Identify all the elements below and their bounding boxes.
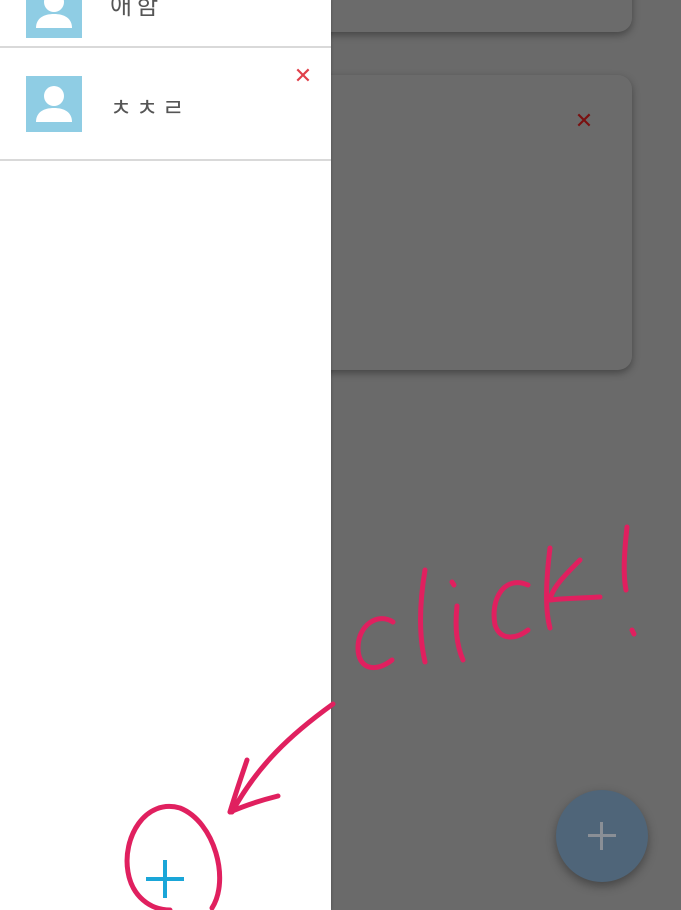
drawer: 애함 ㅊㅊㄹ ✕ [0,0,331,910]
person-icon [26,0,82,38]
card-close-icon[interactable]: ✕ [572,110,596,134]
drawer-item-label: ㅊㅊㄹ [110,94,189,122]
add-fab-button[interactable] [556,790,648,882]
background-card [300,0,632,32]
person-icon [26,76,82,132]
drawer-item-label: 애함 [110,0,163,20]
add-item-button[interactable] [146,860,184,898]
plus-icon [588,822,616,850]
drawer-item[interactable]: ㅊㅊㄹ ✕ [0,48,331,161]
close-icon[interactable]: ✕ [292,66,314,88]
drawer-item[interactable]: 애함 [0,0,331,48]
